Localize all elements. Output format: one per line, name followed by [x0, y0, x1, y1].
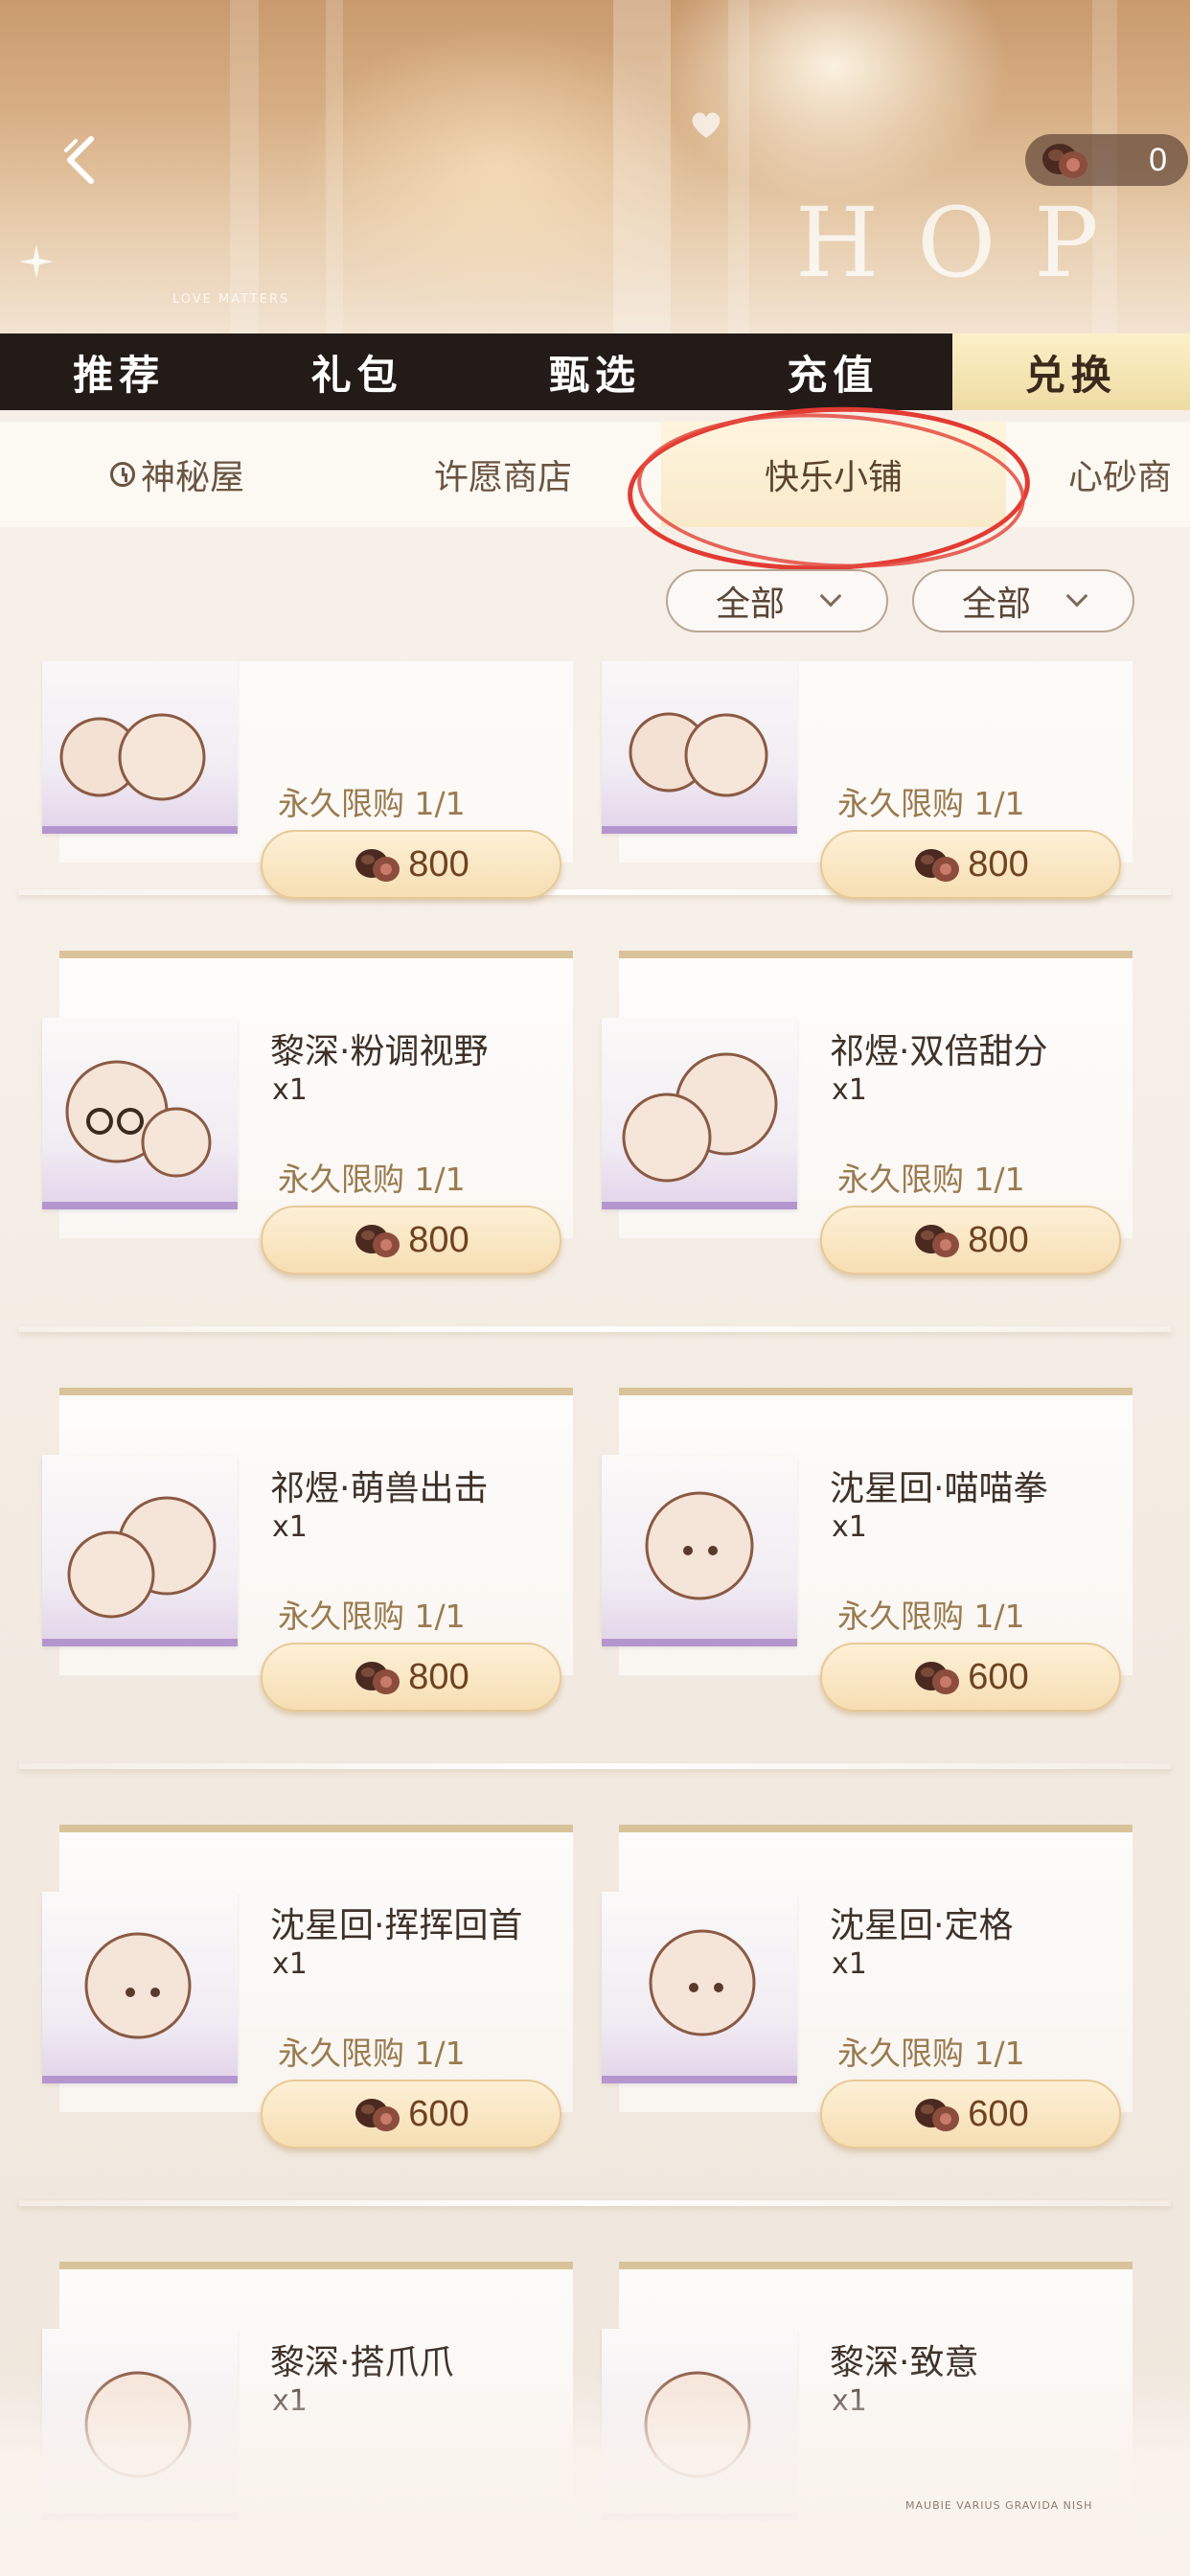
clock-icon — [109, 462, 135, 487]
back-arrow-icon[interactable] — [53, 129, 110, 187]
footer-decor-text: MAUBIE VARIUS GRAVIDA NISH — [905, 2499, 1093, 2512]
buy-button[interactable]: 800 — [261, 1206, 561, 1275]
item-limit: 永久限购 1/1 — [278, 1598, 466, 1635]
buy-button[interactable]: 600 — [820, 2080, 1121, 2149]
subtab-label: 神秘屋 — [140, 458, 244, 497]
filter-dropdown-2[interactable]: 全部 — [912, 569, 1134, 632]
sticker-thumbnail — [42, 1892, 238, 2083]
item-qty: x1 — [272, 1073, 308, 1107]
chocolate-coin-icon — [355, 1662, 400, 1694]
item-name: 黎深·粉调视野 — [270, 1032, 489, 1071]
tab-exchange[interactable]: 兑换 — [951, 334, 1190, 410]
subtab-mystery-house[interactable]: 神秘屋 — [57, 422, 297, 527]
item-qty: x1 — [832, 1073, 867, 1107]
item-limit: 永久限购 1/1 — [837, 785, 1025, 822]
sticker-thumbnail — [602, 661, 797, 834]
price-value: 800 — [408, 1656, 469, 1697]
chocolate-coin-icon — [915, 849, 960, 882]
item-card[interactable]: 永久限购 1/1 800 — [42, 661, 573, 899]
item-limit: 永久限购 1/1 — [278, 785, 466, 822]
item-limit: 永久限购 1/1 — [837, 1161, 1025, 1198]
chocolate-coin-icon — [355, 2099, 400, 2131]
price-value: 600 — [968, 1656, 1029, 1697]
buy-button[interactable]: 800 — [820, 1206, 1121, 1275]
tab-recharge[interactable]: 充值 — [714, 334, 951, 410]
item-card[interactable]: 沈星回·定格 x1 永久限购 1/1 600 — [602, 1825, 1133, 2149]
sticker-thumbnail — [602, 1018, 797, 1209]
sticker-thumbnail — [42, 661, 238, 834]
sticker-thumbnail — [602, 1455, 797, 1646]
filter-label: 全部 — [961, 585, 1031, 624]
banner-shop-word: HOP — [795, 187, 1137, 299]
item-qty: x1 — [272, 1947, 308, 1981]
item-qty: x1 — [832, 1947, 867, 1981]
shelf-divider — [19, 2200, 1171, 2206]
price-value: 800 — [408, 1219, 469, 1260]
chevron-down-icon — [819, 585, 842, 608]
subtab-wish-shop[interactable]: 许愿商店 — [383, 422, 623, 527]
buy-button[interactable]: 800 — [261, 830, 561, 899]
chocolate-coin-icon — [915, 1662, 960, 1694]
chocolate-coin-icon — [915, 1225, 960, 1257]
item-name: 祁煜·萌兽出击 — [270, 1469, 489, 1508]
tab-recommend[interactable]: 推荐 — [0, 334, 238, 410]
item-name: 沈星回·挥挥回首 — [270, 1906, 523, 1945]
item-card[interactable]: 沈星回·挥挥回首 x1 永久限购 1/1 600 — [42, 1825, 573, 2149]
item-limit: 永久限购 1/1 — [278, 2035, 466, 2072]
buy-button[interactable]: 800 — [261, 1643, 561, 1712]
price-value: 800 — [408, 843, 469, 885]
item-card[interactable]: 沈星回·喵喵拳 x1 永久限购 1/1 600 — [602, 1388, 1133, 1712]
tab-gift-pack[interactable]: 礼包 — [238, 334, 475, 410]
currency-balance[interactable]: 0 — [1025, 134, 1188, 186]
chocolate-coin-icon — [915, 2099, 960, 2131]
sparkle-icon — [19, 244, 54, 279]
heart-icon — [692, 112, 721, 138]
chocolate-coin-icon — [355, 849, 400, 882]
item-name: 沈星回·定格 — [830, 1906, 1014, 1945]
price-value: 800 — [968, 1219, 1029, 1260]
filter-label: 全部 — [715, 585, 785, 624]
shop-banner: LOVE MATTERS HOP — [0, 0, 1190, 335]
subtab-heart-sand[interactable]: 心砂商 — [1068, 422, 1190, 527]
item-limit: 永久限购 1/1 — [837, 1598, 1025, 1635]
price-value: 800 — [968, 843, 1029, 885]
shelf-divider — [19, 1326, 1171, 1332]
item-card[interactable]: 祁煜·萌兽出击 x1 永久限购 1/1 800 — [42, 1388, 573, 1712]
chevron-down-icon — [1065, 585, 1088, 608]
buy-button[interactable]: 600 — [820, 1643, 1121, 1712]
chocolate-coin-icon — [1042, 144, 1087, 178]
item-grid: 永久限购 1/1 800 永久限购 1/1 800 黎深·粉调视野 x1 永久限… — [0, 661, 1190, 2576]
currency-count: 0 — [1149, 142, 1167, 178]
subtab-label: 许愿商店 — [433, 458, 572, 497]
tab-selection[interactable]: 甄选 — [476, 334, 714, 410]
item-qty: x1 — [832, 1510, 867, 1544]
main-tab-bar: 推荐 礼包 甄选 充值 兑换 — [0, 334, 1190, 410]
subtab-label: 心砂商 — [1068, 458, 1173, 497]
item-qty: x1 — [272, 1510, 308, 1544]
chocolate-coin-icon — [355, 1225, 400, 1257]
filter-dropdown-1[interactable]: 全部 — [666, 569, 888, 632]
bottom-fade-overlay — [0, 2367, 1190, 2576]
item-limit: 永久限购 1/1 — [278, 1161, 466, 1198]
sticker-thumbnail — [42, 1018, 238, 1209]
item-card[interactable]: 永久限购 1/1 800 — [602, 661, 1133, 899]
item-card[interactable]: 祁煜·双倍甜分 x1 永久限购 1/1 800 — [602, 951, 1133, 1275]
buy-button[interactable]: 800 — [820, 830, 1121, 899]
sticker-thumbnail — [42, 1455, 238, 1646]
buy-button[interactable]: 600 — [261, 2080, 561, 2149]
item-card[interactable]: 黎深·粉调视野 x1 永久限购 1/1 800 — [42, 951, 573, 1275]
banner-small-text: LOVE MATTERS — [172, 292, 290, 307]
item-name: 祁煜·双倍甜分 — [830, 1032, 1048, 1071]
item-name: 沈星回·喵喵拳 — [830, 1469, 1048, 1508]
price-value: 600 — [408, 2093, 469, 2134]
item-limit: 永久限购 1/1 — [837, 2035, 1025, 2072]
shelf-divider — [19, 1763, 1171, 1769]
sticker-thumbnail — [602, 1892, 797, 2083]
price-value: 600 — [968, 2093, 1029, 2134]
